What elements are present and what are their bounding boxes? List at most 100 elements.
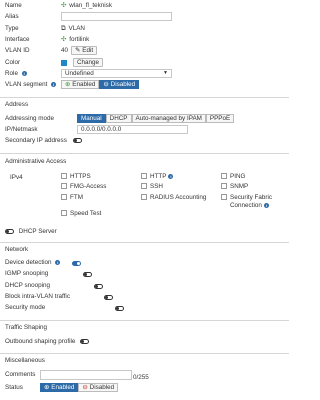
- name-label: Name: [5, 2, 22, 9]
- info-icon: i: [21, 70, 27, 76]
- checkbox-box[interactable]: [61, 173, 67, 180]
- color-wrap: Change: [61, 58, 104, 67]
- status-disabled-button[interactable]: ⊖ Disabled: [78, 383, 119, 392]
- checkbox-box[interactable]: [221, 183, 227, 190]
- wifi-icon: ✣: [61, 2, 67, 9]
- mode-ipam-button[interactable]: Auto-managed by IPAM: [131, 114, 206, 123]
- speed-test-label: Speed Test: [70, 210, 102, 217]
- interface-value: fortilink: [69, 36, 90, 43]
- status-enabled-button[interactable]: ⊕ Enabled: [40, 383, 79, 392]
- http-label: HTTP: [150, 173, 167, 180]
- checkbox-box[interactable]: [61, 210, 67, 217]
- misc-section-title: Miscellaneous: [5, 357, 45, 364]
- edit-label: Edit: [82, 47, 94, 54]
- minus-circle-icon: ⊖: [103, 81, 109, 88]
- role-select[interactable]: Undefined ▼: [61, 69, 172, 78]
- block-intra-vlan-toggle[interactable]: [104, 294, 114, 300]
- outbound-shaping-label: Outbound shaping profile: [5, 338, 76, 345]
- snmp-checkbox[interactable]: SNMP: [221, 182, 248, 191]
- alias-label: Alias: [5, 13, 19, 20]
- device-detection-toggle[interactable]: [72, 260, 81, 266]
- misc-divider: [0, 353, 289, 354]
- vlan-segment-toggle: ⊕ Enabled ⊖ Disabled: [61, 80, 140, 89]
- dhcp-server-toggle[interactable]: [5, 228, 14, 234]
- role-label-wrap: Role i: [5, 69, 27, 78]
- checkbox-box[interactable]: [221, 194, 227, 201]
- http-checkbox[interactable]: HTTP i: [141, 172, 174, 181]
- status-toggle-group: ⊕ Enabled ⊖ Disabled: [40, 383, 119, 392]
- ping-label: PING: [230, 173, 246, 180]
- edit-button[interactable]: ✎ Edit: [71, 46, 98, 55]
- dhcp-snooping-toggle[interactable]: [93, 283, 103, 289]
- status-disabled-label: Disabled: [89, 384, 115, 391]
- alias-input[interactable]: [61, 12, 172, 21]
- security-mode-toggle[interactable]: [115, 305, 124, 311]
- block-intra-vlan-label: Block intra-VLAN traffic: [5, 293, 70, 300]
- comments-textarea[interactable]: [40, 370, 132, 380]
- info-icon: i: [55, 259, 61, 265]
- dhcp-snooping-label: DHCP snooping: [5, 282, 51, 289]
- checkbox-box[interactable]: [141, 183, 147, 190]
- https-checkbox[interactable]: HTTPS: [61, 172, 91, 181]
- fmg-access-checkbox[interactable]: FMG-Access: [61, 182, 106, 191]
- type-label: Type: [5, 25, 19, 32]
- ping-checkbox[interactable]: PING: [221, 172, 245, 181]
- mode-pppoe-button[interactable]: PPPoE: [205, 114, 235, 123]
- igmp-snooping-toggle[interactable]: [82, 271, 92, 277]
- mode-dhcp-button[interactable]: DHCP: [105, 114, 132, 123]
- ipv4-label: IPv4: [10, 174, 23, 181]
- outbound-shaping-row: Outbound shaping profile: [5, 337, 90, 346]
- disabled-label: Disabled: [110, 81, 136, 88]
- vlan-segment-enabled-button[interactable]: ⊕ Enabled: [61, 80, 100, 89]
- vlan-icon: ⧉: [61, 25, 66, 32]
- color-label: Color: [5, 59, 21, 66]
- change-color-button[interactable]: Change: [73, 58, 104, 67]
- vlan-id-wrap: 40 ✎ Edit: [61, 46, 98, 55]
- type-value: VLAN: [68, 25, 85, 32]
- name-value-wrap: ✣ wlan_fl_teknisk: [61, 1, 112, 10]
- mode-manual-button[interactable]: Manual: [77, 114, 106, 123]
- ftm-checkbox[interactable]: FTM: [61, 193, 83, 202]
- ip-netmask-label: IP/Netmask: [5, 126, 38, 133]
- status-enabled-label: Enabled: [51, 384, 75, 391]
- fortilink-icon: ✣: [61, 36, 67, 43]
- radius-accounting-checkbox[interactable]: RADIUS Accounting: [141, 193, 206, 202]
- plus-circle-icon: ⊕: [65, 81, 71, 88]
- addressing-mode-label: Addressing mode: [5, 115, 55, 122]
- address-divider: [0, 97, 289, 98]
- checkbox-box[interactable]: [61, 194, 67, 201]
- fmg-label: FMG-Access: [70, 183, 107, 190]
- snmp-label: SNMP: [230, 183, 249, 190]
- interface-value-wrap: ✣ fortilink: [61, 35, 89, 44]
- radius-label: RADIUS Accounting: [150, 194, 207, 201]
- connection-label: Connection: [230, 202, 262, 209]
- traffic-section-title: Traffic Shaping: [5, 324, 48, 331]
- checkbox-box[interactable]: [61, 183, 67, 190]
- info-icon: i: [168, 173, 174, 179]
- checkbox-box[interactable]: [221, 173, 227, 180]
- ssh-checkbox[interactable]: SSH: [141, 182, 163, 191]
- ftm-label: FTM: [70, 194, 83, 201]
- security-mode-label: Security mode: [5, 304, 46, 311]
- checkbox-box[interactable]: [141, 173, 147, 180]
- checkbox-box[interactable]: [141, 194, 147, 201]
- connection-label-wrap: Connection i: [230, 201, 269, 210]
- interface-label: Interface: [5, 36, 30, 43]
- ssh-label: SSH: [150, 183, 163, 190]
- device-detection-row: Device detection i: [5, 258, 61, 267]
- addressing-mode-group: Manual DHCP Auto-managed by IPAM PPPoE: [77, 114, 235, 123]
- speed-test-checkbox[interactable]: Speed Test: [61, 209, 101, 218]
- vlan-segment-disabled-button[interactable]: ⊖ Disabled: [99, 80, 140, 89]
- vlan-segment-label-wrap: VLAN segment i: [5, 80, 57, 89]
- name-value: wlan_fl_teknisk: [69, 2, 112, 9]
- admin-divider: [0, 153, 289, 154]
- comments-label: Comments: [5, 371, 36, 378]
- vlan-id-value: 40: [61, 47, 69, 54]
- ip-netmask-input[interactable]: 0.0.0.0/0.0.0.0: [77, 125, 188, 134]
- pencil-icon: ✎: [75, 47, 81, 54]
- secondary-ip-toggle[interactable]: [72, 137, 82, 143]
- secondary-ip-label-wrap: Secondary IP address: [5, 136, 82, 145]
- outbound-shaping-toggle[interactable]: [80, 338, 90, 344]
- security-fabric-label: Security Fabric: [230, 194, 272, 201]
- role-value: Undefined: [65, 70, 94, 77]
